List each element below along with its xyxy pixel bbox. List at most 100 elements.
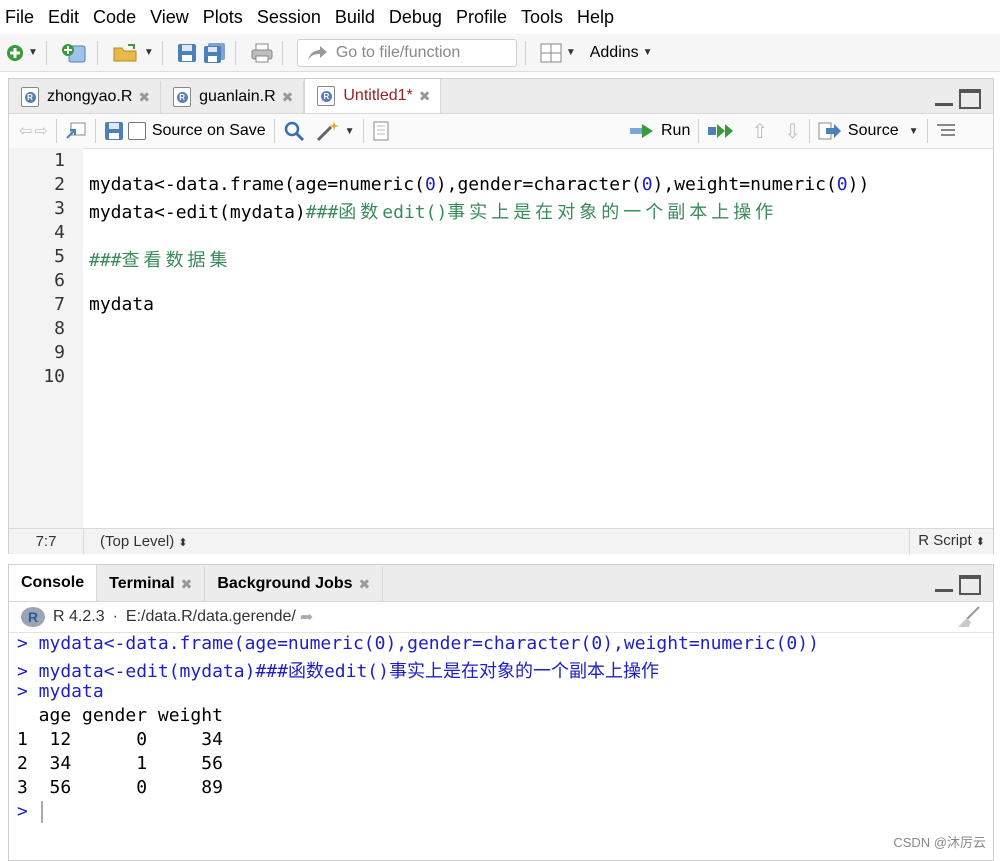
- r-file-icon: R: [173, 87, 192, 107]
- workspace-panes-button[interactable]: ▼: [540, 39, 576, 67]
- maximize-icon[interactable]: [959, 89, 981, 109]
- toolbar-divider: [698, 119, 700, 143]
- menu-profile[interactable]: Profile: [451, 0, 516, 34]
- goto-arrow-icon: [307, 45, 327, 60]
- clear-console-icon[interactable]: [955, 606, 981, 628]
- close-icon[interactable]: ✖: [282, 89, 294, 106]
- addins-button[interactable]: Addins ▼: [582, 39, 653, 67]
- code-comment: ###: [89, 250, 122, 271]
- tab-background-jobs[interactable]: Background Jobs ✖: [205, 567, 384, 601]
- close-icon[interactable]: ✖: [181, 576, 193, 593]
- search-icon[interactable]: [283, 120, 305, 142]
- close-icon[interactable]: ✖: [138, 89, 150, 106]
- tab-label: Terminal: [109, 575, 175, 592]
- print-button[interactable]: [250, 39, 274, 67]
- rerun-icon[interactable]: [707, 122, 737, 140]
- new-file-button[interactable]: ▼: [6, 39, 38, 67]
- save-button[interactable]: [177, 39, 197, 67]
- run-label: Run: [661, 122, 691, 139]
- console-token: > mydata<-edit(mydata)###: [17, 661, 288, 682]
- updown-icon: ⬍: [178, 537, 188, 549]
- tab-guanlain[interactable]: R guanlain.R ✖: [161, 81, 305, 113]
- tab-label: Background Jobs: [217, 575, 353, 592]
- editor-status-bar: 7:7 (Top Level) ⬍ R Script ⬍: [9, 528, 993, 555]
- editor-run-controls: Run ⇧ ⇩ Source ▼: [629, 114, 956, 148]
- goto-directory-icon[interactable]: ➦: [300, 607, 313, 627]
- code-comment: ###: [305, 202, 339, 223]
- tab-terminal[interactable]: Terminal ✖: [97, 567, 206, 601]
- editor-toolbar: ⇦ ⇨ Source on Save ▼ Run ⇧ ⇩ Source ▼: [9, 114, 993, 149]
- console-line: 1 12 0 34: [17, 729, 223, 750]
- maximize-icon[interactable]: [959, 575, 981, 595]
- code-editor[interactable]: 1 2 3 4 5 6 7 8 9 10 mydata<-data.frame(…: [9, 148, 993, 528]
- line-number: 7: [54, 294, 65, 315]
- forward-arrow-icon[interactable]: ⇨: [34, 121, 47, 141]
- source-on-save-checkbox[interactable]: [127, 122, 146, 140]
- menu-code[interactable]: Code: [88, 0, 145, 34]
- scope-selector[interactable]: (Top Level) ⬍: [100, 533, 188, 550]
- minimize-icon[interactable]: [935, 89, 953, 106]
- toolbar-divider: [45, 40, 47, 65]
- r-file-icon: R: [21, 87, 39, 107]
- menu-bar: File Edit Code View Plots Session Build …: [0, 0, 1000, 34]
- menu-session[interactable]: Session: [252, 0, 330, 34]
- console-prompt[interactable]: >: [17, 801, 43, 823]
- close-icon[interactable]: ✖: [359, 576, 371, 593]
- menu-edit[interactable]: Edit: [43, 0, 88, 34]
- source-label: Source: [847, 122, 899, 139]
- menu-help[interactable]: Help: [572, 0, 623, 34]
- menu-build[interactable]: Build: [330, 0, 384, 34]
- tab-console[interactable]: Console: [9, 565, 98, 601]
- menu-file[interactable]: File: [0, 0, 43, 34]
- menu-debug[interactable]: Debug: [384, 0, 451, 34]
- open-file-button[interactable]: ▼: [112, 39, 154, 67]
- console-line: > mydata: [17, 681, 104, 702]
- code-number: 0: [836, 174, 848, 195]
- compile-report-icon[interactable]: [372, 121, 390, 141]
- tab-zhongyao[interactable]: R zhongyao.R ✖: [9, 81, 162, 113]
- code-token: mydata<-edit(mydata): [89, 202, 306, 223]
- arrow-down-icon[interactable]: ⇩: [784, 119, 801, 144]
- run-button[interactable]: Run: [629, 122, 690, 140]
- source-button[interactable]: Source ▼: [818, 122, 919, 140]
- toolbar-divider: [161, 40, 163, 65]
- console-info-bar: R R 4.2.3 · E:/data.R/data.gerende/ ➦: [9, 602, 993, 633]
- back-arrow-icon[interactable]: ⇦: [19, 121, 32, 141]
- tab-label: Untitled1*: [343, 87, 413, 104]
- menu-tools[interactable]: Tools: [516, 0, 572, 34]
- chevron-down-icon[interactable]: ▼: [345, 126, 355, 137]
- console-token: edit(): [323, 661, 389, 682]
- tab-label: Console: [21, 574, 85, 591]
- chevron-down-icon: ▼: [642, 47, 653, 58]
- show-in-window-icon[interactable]: [65, 122, 87, 140]
- new-file-icon: [7, 44, 23, 61]
- separator-dot: ·: [112, 608, 118, 625]
- console-tabs: Console Terminal ✖ Background Jobs ✖: [9, 565, 993, 602]
- filetype-selector[interactable]: R Script ⬍: [909, 528, 993, 555]
- arrow-up-icon[interactable]: ⇧: [751, 119, 768, 144]
- minimize-icon[interactable]: [935, 575, 953, 592]
- magic-wand-icon[interactable]: [315, 120, 341, 142]
- code-token: ),weight=numeric(: [652, 174, 837, 195]
- line-number: 10: [43, 366, 65, 387]
- folder-open-icon: [113, 43, 137, 61]
- r-file-icon: R: [317, 86, 336, 106]
- new-project-button[interactable]: [61, 39, 89, 67]
- save-all-icon: [203, 42, 225, 63]
- toolbar-divider: [808, 119, 810, 143]
- outline-icon[interactable]: [936, 123, 956, 139]
- tab-untitled1[interactable]: R Untitled1* ✖: [304, 79, 442, 113]
- working-directory: E:/data.R/data.gerende/: [125, 608, 296, 625]
- save-icon[interactable]: [104, 121, 124, 141]
- goto-file-input[interactable]: Go to file/function: [296, 38, 517, 67]
- tab-label: guanlain.R: [199, 88, 276, 105]
- menu-view[interactable]: View: [145, 0, 198, 34]
- toolbar-divider: [96, 40, 98, 65]
- menu-plots[interactable]: Plots: [198, 0, 252, 34]
- console-line: 3 56 0 89: [17, 777, 223, 798]
- save-all-button[interactable]: [203, 39, 227, 67]
- toolbar-divider: [281, 40, 283, 65]
- goto-placeholder: Go to file/function: [335, 43, 461, 61]
- close-icon[interactable]: ✖: [419, 88, 431, 105]
- code-line-2: mydata<-data.frame(age=numeric(0),gender…: [89, 174, 869, 195]
